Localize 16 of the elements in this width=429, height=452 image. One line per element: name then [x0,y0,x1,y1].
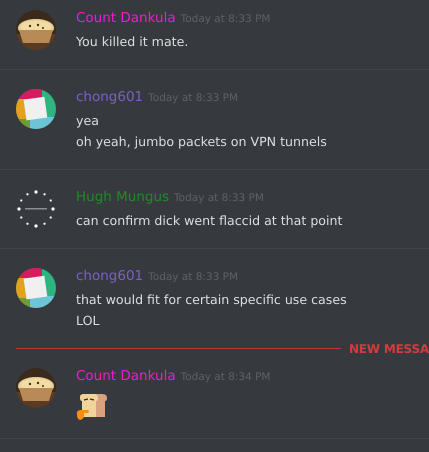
message-text: that would fit for certain specific use cases [76,291,347,309]
username[interactable]: Hugh Mungus [76,189,170,205]
tiles-avatar-icon [16,268,56,308]
loading-avatar-icon [16,189,56,229]
message-text: You killed it mate. [76,33,190,51]
message-text: yea [76,112,100,130]
username[interactable]: Count Dankula [76,10,176,26]
message-text: oh yeah, jumbo packets on VPN tunnels [76,133,327,151]
bread-emoji-icon [76,393,108,421]
username[interactable]: chong601 [76,268,144,284]
username[interactable]: Count Dankula [76,368,176,384]
new-messages-label: NEW MESSA [348,342,429,356]
tiles-avatar-icon [16,89,56,129]
message-text: can confirm dick went flaccid at that point [76,212,342,230]
username[interactable]: chong601 [76,89,144,105]
message-text: LOL [76,312,100,330]
